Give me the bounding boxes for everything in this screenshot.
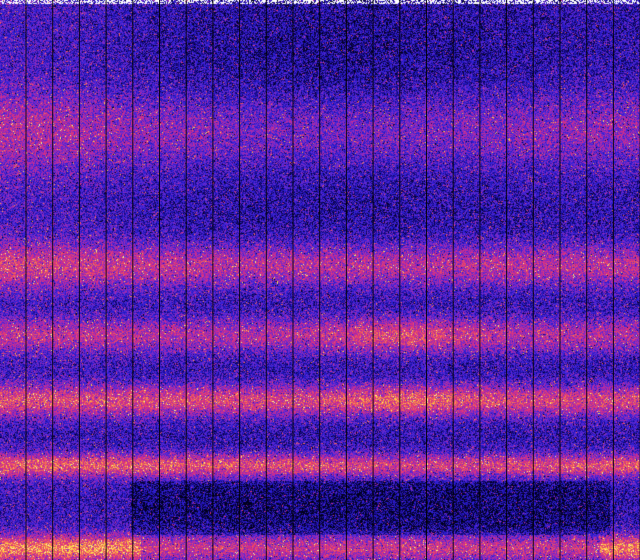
spectrogram-image: [0, 0, 640, 560]
